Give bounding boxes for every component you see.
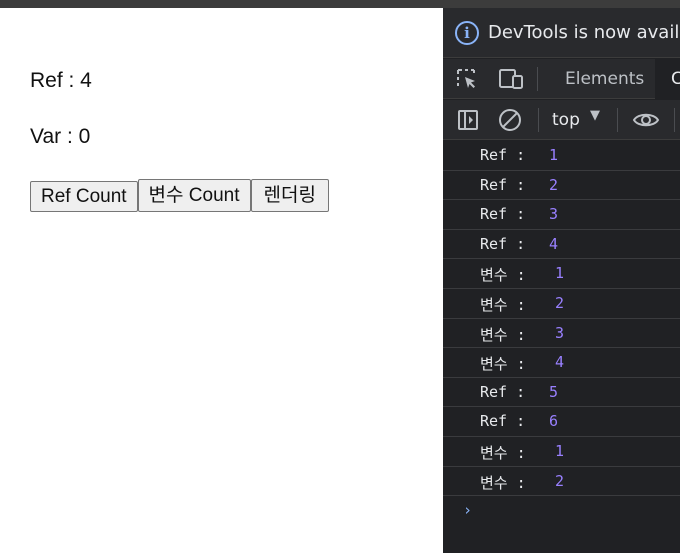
console-log-value: 2	[555, 471, 565, 490]
console-log-label: Ref :	[480, 205, 526, 224]
tab-separator	[537, 67, 538, 91]
console-log-label: 변수 :	[480, 355, 526, 374]
console-log-label: Ref :	[480, 412, 526, 431]
console-log-value: 1	[555, 441, 565, 460]
console-log-value: 6	[549, 412, 559, 431]
info-banner-text: DevTools is now available	[488, 22, 680, 43]
toolbar-separator	[674, 108, 675, 132]
ref-value-text: Ref : 4	[30, 69, 92, 92]
toolbar-separator	[617, 108, 618, 132]
console-log-label: Ref :	[480, 146, 526, 164]
console-log-row: 변수 : 2	[443, 467, 680, 497]
devtools-panel: i DevTools is now available Elements C t…	[443, 8, 680, 553]
console-log-label: 변수 :	[480, 295, 526, 314]
context-selector[interactable]: top	[552, 110, 580, 130]
devtools-tab-bar: Elements C	[443, 59, 680, 99]
console-log-list: Ref :1 Ref :2 Ref :3 Ref :4 변수 :1 변수 :2 변수 :3변…	[443, 141, 680, 497]
console-toolbar: top ▼	[443, 100, 680, 140]
console-log-row: 변수 : 4	[443, 348, 680, 378]
console-log-value: 4	[549, 234, 559, 253]
console-log-value: 5	[549, 382, 559, 401]
console-log-label: Ref :	[480, 382, 526, 401]
console-log-value: 1	[549, 146, 559, 164]
tab-console[interactable]: C	[655, 59, 680, 99]
show-sidebar-icon[interactable]	[457, 109, 479, 131]
console-log-row: Ref : 1	[443, 141, 680, 171]
inspect-element-icon[interactable]	[456, 68, 478, 90]
console-log-row: Ref : 5	[443, 378, 680, 408]
console-log-row: 변수 : 1	[443, 259, 680, 289]
console-log-label: Ref :	[480, 175, 526, 194]
console-log-label: 변수 :	[480, 473, 526, 492]
console-log-row: Ref : 4	[443, 230, 680, 260]
clear-console-icon[interactable]	[498, 108, 522, 132]
toolbar-separator	[538, 108, 539, 132]
tab-elements[interactable]: Elements	[565, 69, 644, 89]
chevron-down-icon[interactable]: ▼	[590, 108, 600, 123]
console-log-row: Ref : 2	[443, 171, 680, 201]
console-log-label: 변수 :	[480, 325, 526, 344]
console-log-label: 변수 :	[480, 443, 526, 462]
console-log-label: 변수 :	[480, 266, 526, 285]
render-button[interactable]: 렌더링	[250, 179, 329, 212]
console-log-value: 3	[555, 323, 565, 342]
console-log-row: 변수 : 2	[443, 289, 680, 319]
console-log-value: 3	[549, 205, 559, 224]
console-log-value: 2	[549, 175, 559, 194]
ref-count-button[interactable]: Ref Count	[30, 181, 138, 212]
console-log-row: 변수 : 3	[443, 319, 680, 349]
console-log-label: Ref :	[480, 234, 526, 253]
console-prompt[interactable]: ›	[463, 501, 472, 519]
device-toolbar-icon[interactable]	[498, 68, 524, 90]
console-log-row: Ref : 3	[443, 200, 680, 230]
console-log-row: 변수 : 1	[443, 437, 680, 467]
button-row: Ref Count 변수 Count 렌더링	[30, 179, 329, 212]
console-log-value: 1	[555, 264, 565, 283]
var-value-text: Var : 0	[30, 125, 91, 148]
eye-icon[interactable]	[632, 110, 660, 130]
console-log-row: Ref : 6	[443, 407, 680, 437]
browser-top-strip	[0, 0, 680, 8]
info-icon: i	[455, 21, 479, 45]
var-count-button[interactable]: 변수 Count	[137, 179, 251, 212]
page-content: Ref : 4 Var : 0 Ref Count 변수 Count 렌더링	[0, 8, 443, 553]
devtools-info-banner: i DevTools is now available	[443, 8, 680, 58]
console-log-value: 4	[555, 353, 565, 372]
console-log-value: 2	[555, 293, 565, 312]
